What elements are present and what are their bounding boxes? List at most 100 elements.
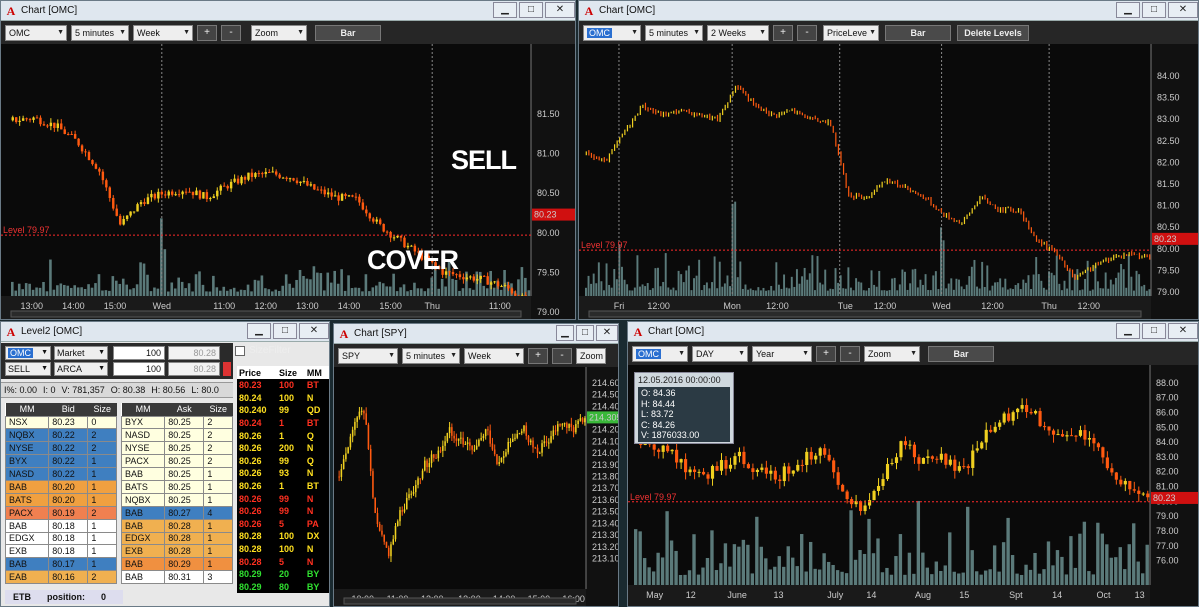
zoom-in-button[interactable]: + — [773, 24, 793, 41]
chart-type-button[interactable]: Bar — [885, 24, 951, 41]
book-row[interactable]: BATS 80.25 1 — [120, 479, 233, 494]
candle-body — [170, 191, 174, 195]
price-stepper[interactable]: 80.28 — [168, 345, 220, 360]
close-button[interactable]: ✕ — [1168, 323, 1198, 339]
side-dropdown[interactable]: SELL ▼ — [5, 361, 51, 376]
book-row[interactable]: BATS 80.20 1 — [4, 492, 117, 507]
book-row[interactable]: PACX 80.25 2 — [120, 454, 233, 469]
symbol-dropdown[interactable]: SPY ▼ — [338, 347, 398, 364]
range-dropdown[interactable]: Week ▼ — [464, 347, 524, 364]
book-row[interactable]: BAB 80.20 1 — [4, 479, 117, 494]
book-row[interactable]: BAB 80.29 1 — [120, 557, 233, 572]
minimize-button[interactable]: ▁ — [247, 323, 271, 339]
volume-bar — [955, 278, 958, 296]
order-type-dropdown[interactable]: Market ▼ — [54, 345, 108, 360]
minimize-button[interactable]: ▁ — [556, 325, 574, 341]
book-row[interactable]: NYSE 80.25 2 — [120, 441, 233, 456]
interval-dropdown[interactable]: 5 minutes ▼ — [71, 24, 129, 41]
book-row[interactable]: NASD 80.22 1 — [4, 467, 117, 481]
send-order-button[interactable] — [223, 361, 231, 376]
close-button[interactable]: ✕ — [545, 2, 575, 18]
volume-bar — [250, 291, 253, 296]
book-row[interactable]: BYX 80.22 1 — [4, 454, 117, 469]
maximize-button[interactable]: □ — [1142, 2, 1166, 18]
price-stepper[interactable]: 80.28 — [168, 361, 220, 376]
maximize-button[interactable]: □ — [519, 2, 543, 18]
mode-dropdown[interactable]: Zoom ▼ — [864, 345, 920, 362]
close-button[interactable]: ✕ — [1168, 2, 1198, 18]
zoom-in-button[interactable]: + — [528, 347, 548, 364]
mode-dropdown[interactable]: PriceLeve ▼ — [823, 24, 879, 41]
window-titlebar[interactable]: A Chart [OMC] ▁ □ ✕ — [579, 1, 1198, 21]
interval-dropdown[interactable]: 5 minutes ▼ — [645, 24, 703, 41]
book-row[interactable]: BAB 80.25 1 — [120, 467, 233, 481]
maximize-button[interactable]: □ — [273, 323, 297, 339]
book-row[interactable]: NQBX 80.22 2 — [4, 428, 117, 443]
size-filter[interactable]: SizeFilter — [235, 345, 291, 356]
book-row[interactable]: EAB 80.16 2 — [4, 570, 117, 585]
symbol-dropdown[interactable]: OMC ▼ — [632, 345, 688, 362]
chart-type-button[interactable]: Bar — [928, 345, 994, 362]
book-row[interactable]: BAB 80.17 1 — [4, 557, 117, 572]
window-titlebar[interactable]: A Chart [OMC] ▁ □ ✕ — [628, 322, 1198, 342]
book-row[interactable]: BAB 80.31 3 — [120, 570, 233, 585]
symbol-dropdown[interactable]: OMC ▼ — [5, 345, 51, 360]
minimize-button[interactable]: ▁ — [493, 2, 517, 18]
volume-bar — [824, 269, 827, 296]
zoom-out-button[interactable]: - — [840, 345, 860, 362]
maximize-button[interactable]: □ — [576, 325, 594, 341]
zoom-out-button[interactable]: - — [221, 24, 241, 41]
zoom-out-button[interactable]: - — [552, 347, 572, 364]
price-chart[interactable]: Level 79.97 81.50 81.00 80.50 80.00 79.50 79.0… — [1, 44, 575, 319]
volume-bar — [693, 278, 695, 296]
quantity-stepper[interactable]: 100 — [113, 345, 165, 360]
symbol-dropdown[interactable]: OMC ▼ — [583, 24, 641, 41]
window-titlebar[interactable]: A Level2 [OMC] ▁ □ ✕ — [1, 322, 329, 342]
range-dropdown[interactable]: 2 Weeks ▼ — [707, 24, 769, 41]
range-dropdown[interactable]: Year ▼ — [752, 345, 812, 362]
route-dropdown[interactable]: ARCA ▼ — [54, 361, 108, 376]
interval-dropdown[interactable]: DAY ▼ — [692, 345, 748, 362]
book-row[interactable]: BAB 80.18 1 — [4, 518, 117, 533]
zoom-in-button[interactable]: + — [816, 345, 836, 362]
book-row[interactable]: BAB 80.28 1 — [120, 518, 233, 533]
zoom-out-button[interactable]: - — [797, 24, 817, 41]
maximize-button[interactable]: □ — [1142, 323, 1166, 339]
mode-dropdown[interactable]: Zoom ▼ — [251, 24, 307, 41]
book-row[interactable]: EDGX 80.18 1 — [4, 531, 117, 546]
minimize-button[interactable]: ▁ — [1116, 2, 1140, 18]
book-row[interactable]: NYSE 80.22 2 — [4, 441, 117, 456]
book-row[interactable]: EXB 80.18 1 — [4, 544, 117, 559]
book-row[interactable]: BYX 80.25 2 — [120, 415, 233, 430]
volume-bar — [1130, 276, 1133, 296]
size-filter-checkbox[interactable] — [235, 345, 245, 356]
book-row[interactable]: NQBX 80.25 1 — [120, 492, 233, 507]
time-tick-label: 11:00 — [489, 301, 511, 311]
book-row[interactable]: BAB 80.27 4 — [120, 505, 233, 520]
zoom-in-button[interactable]: + — [197, 24, 217, 41]
price-chart[interactable]: 214.60214.50214.40214.30214.20214.10214.… — [334, 367, 618, 606]
candle-body — [426, 460, 428, 468]
window-titlebar[interactable]: A Chart [OMC] ▁ □ ✕ — [1, 1, 575, 21]
candle-body — [35, 117, 39, 119]
mode-dropdown[interactable]: Zoom — [576, 347, 606, 364]
price-chart[interactable]: Level 79.97 84.00 83.50 83.00 82.50 82.00 81.5… — [579, 44, 1198, 319]
volume-bar — [1040, 280, 1043, 296]
symbol-dropdown[interactable]: OMC ▼ — [5, 24, 67, 41]
close-button[interactable]: ✕ — [596, 325, 618, 341]
chart-type-button[interactable]: Bar — [315, 24, 381, 41]
book-row[interactable]: EDGX 80.28 1 — [120, 531, 233, 546]
book-row[interactable]: NSX 80.23 0 — [4, 415, 117, 430]
close-button[interactable]: ✕ — [299, 323, 329, 339]
interval-dropdown[interactable]: 5 minutes ▼ — [402, 347, 460, 364]
window-titlebar[interactable]: A Chart [SPY] ▁ □ ✕ — [334, 324, 618, 344]
range-dropdown[interactable]: Week ▼ — [133, 24, 193, 41]
minimize-button[interactable]: ▁ — [1116, 323, 1140, 339]
volume-bar — [714, 570, 719, 585]
book-row[interactable]: EXB 80.28 1 — [120, 544, 233, 559]
tns-cell: 1 — [278, 430, 284, 441]
book-row[interactable]: NASD 80.25 2 — [120, 428, 233, 443]
quantity-stepper[interactable]: 100 — [113, 361, 165, 376]
book-row[interactable]: PACX 80.19 2 — [4, 505, 117, 520]
delete-levels-button[interactable]: Delete Levels — [957, 24, 1029, 41]
